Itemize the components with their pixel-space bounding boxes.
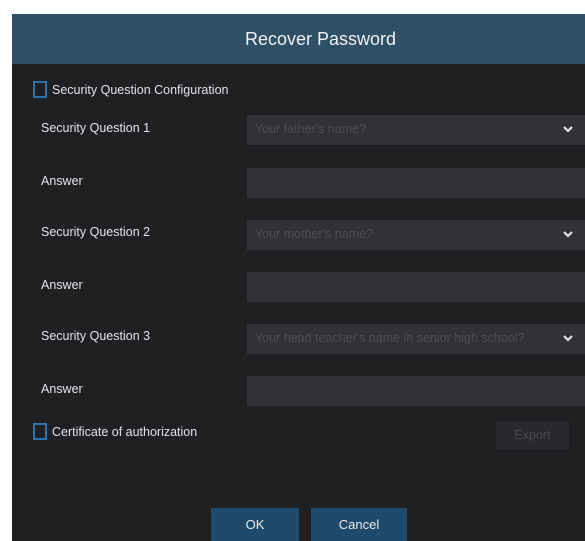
- dialog-title: Recover Password: [244, 28, 397, 49]
- certificate-label: Certificate of authorization: [52, 424, 198, 439]
- security-question-2-value: Your mother's name?: [255, 227, 373, 241]
- security-config-label: Security Question Configuration: [52, 82, 229, 97]
- chevron-down-icon: [563, 231, 573, 238]
- security-config-row: Security Question Configuration: [33, 81, 228, 98]
- chevron-down-icon: [563, 126, 573, 133]
- ok-button[interactable]: OK: [211, 508, 299, 541]
- certificate-checkbox[interactable]: [33, 423, 47, 440]
- title-bar: Recover Password: [12, 14, 585, 64]
- security-question-1-value: Your father's name?: [255, 122, 367, 136]
- export-button[interactable]: Export: [496, 421, 569, 449]
- cancel-button[interactable]: Cancel: [311, 508, 407, 541]
- recover-password-dialog: Recover Password Security Question Confi…: [12, 14, 585, 541]
- answer-2-label: Answer: [41, 278, 83, 292]
- security-question-3-select[interactable]: Your head teacher's name in senior high …: [247, 324, 585, 354]
- security-question-1-select[interactable]: Your father's name?: [247, 115, 585, 145]
- answer-2-input[interactable]: [247, 272, 585, 302]
- security-question-3-value: Your head teacher's name in senior high …: [255, 331, 525, 345]
- security-question-2-label: Security Question 2: [41, 225, 151, 239]
- answer-1-input[interactable]: [247, 168, 585, 198]
- security-config-checkbox[interactable]: [33, 81, 47, 98]
- security-question-2-select[interactable]: Your mother's name?: [247, 220, 585, 250]
- security-question-3-label: Security Question 3: [41, 329, 151, 343]
- answer-1-label: Answer: [41, 174, 83, 188]
- answer-3-label: Answer: [41, 382, 83, 396]
- security-question-1-label: Security Question 1: [41, 121, 151, 135]
- chevron-down-icon: [563, 335, 573, 342]
- answer-3-input[interactable]: [247, 376, 585, 406]
- certificate-row: Certificate of authorization: [33, 423, 197, 440]
